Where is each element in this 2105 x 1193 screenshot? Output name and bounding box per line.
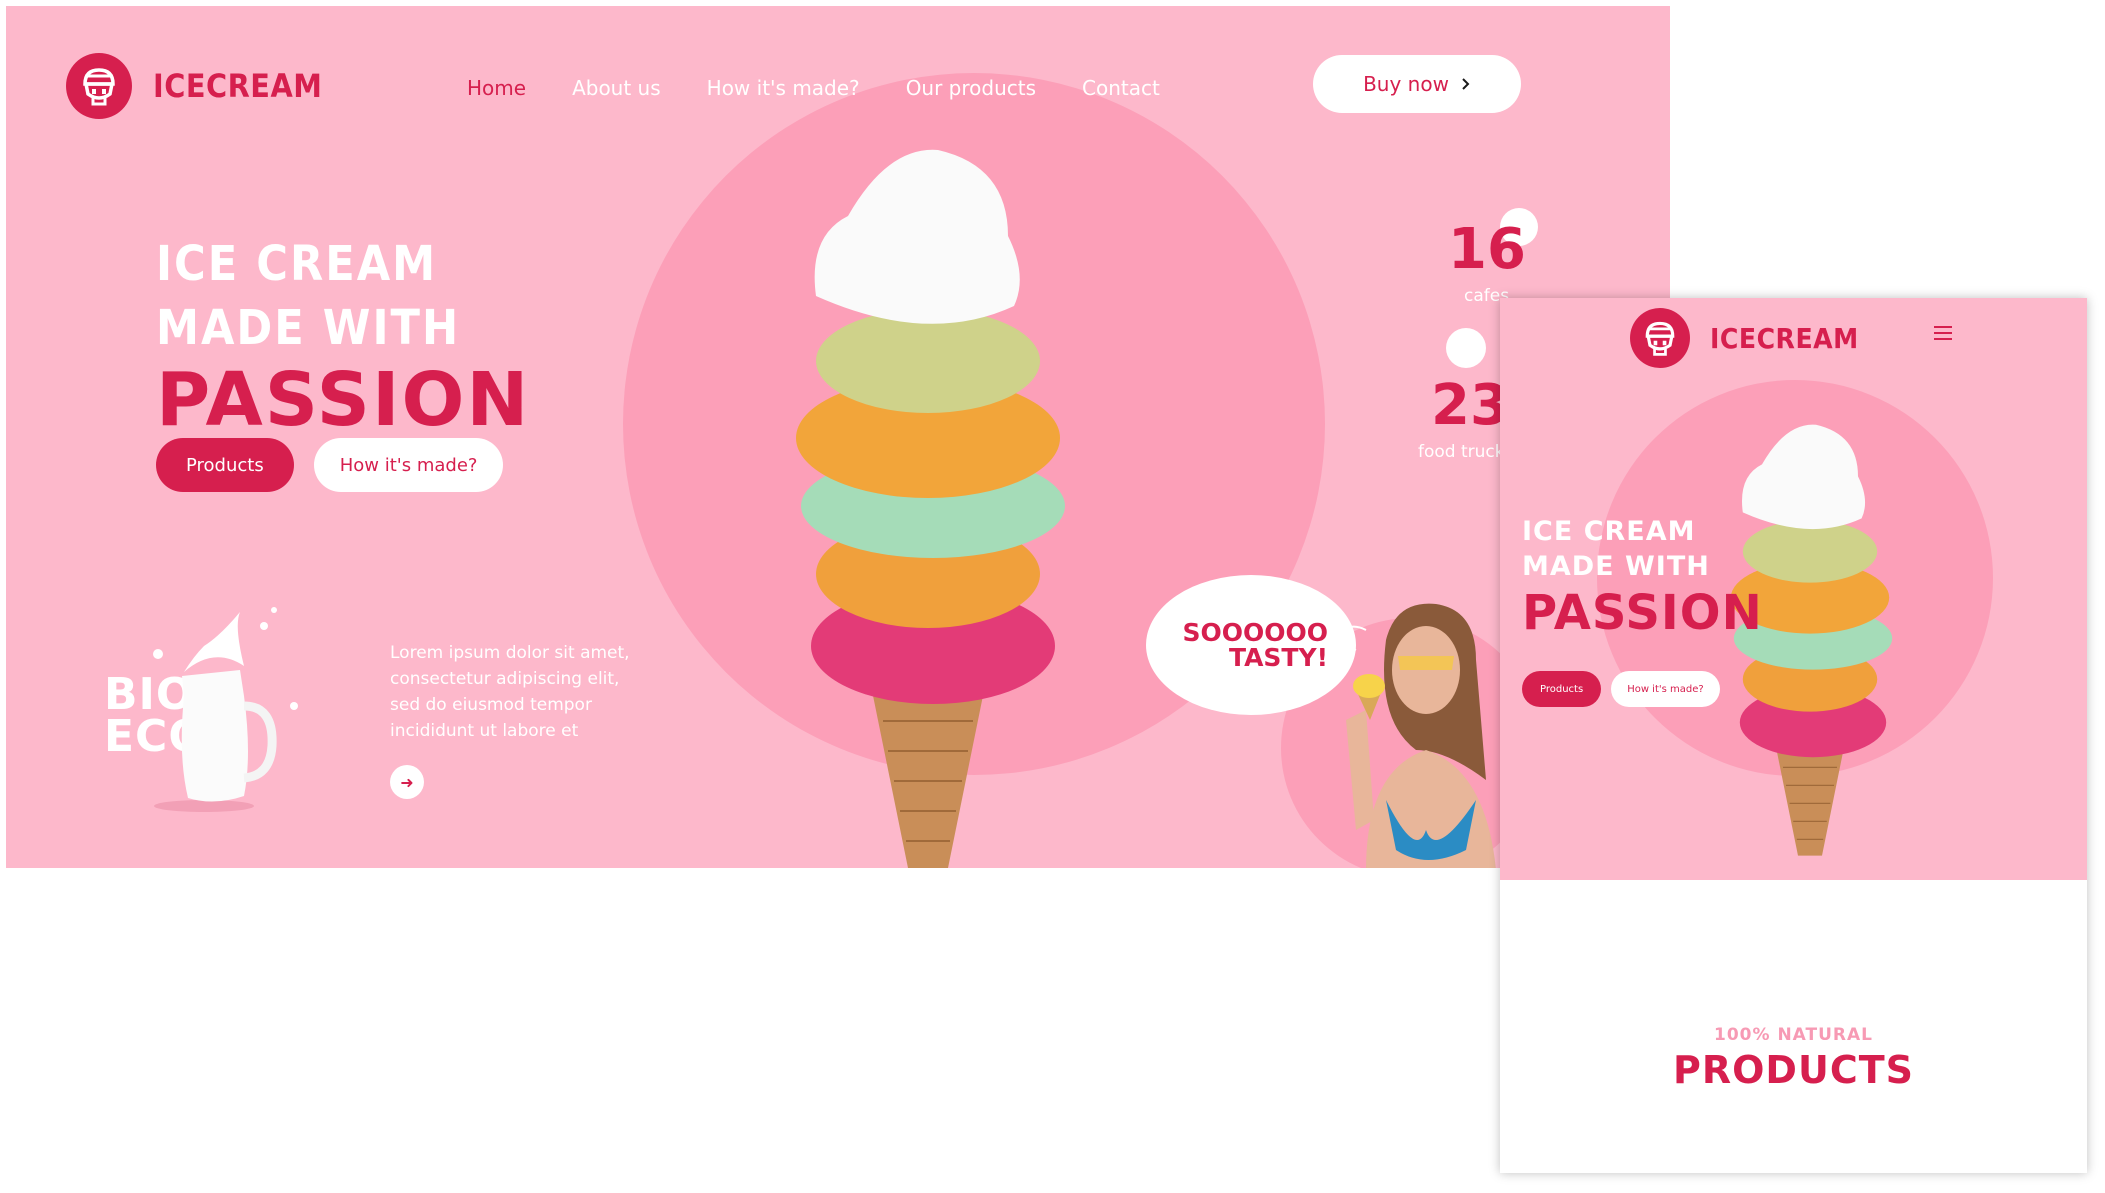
arrow-right-icon: ➜ <box>400 772 414 792</box>
logo[interactable]: ICECREAM <box>66 53 322 119</box>
stat-food-truck-value: 23 <box>1431 373 1509 438</box>
hero-title-line-1: ICE CREAM <box>156 236 438 292</box>
ice-cream-mascot-icon <box>1630 308 1690 368</box>
nav-item-our-products[interactable]: Our products <box>906 76 1036 100</box>
nav-item-contact[interactable]: Contact <box>1082 76 1160 100</box>
hero-title-line-2: MADE WITH <box>156 300 461 356</box>
mobile-products-button[interactable]: Products <box>1522 671 1602 707</box>
hero-buttons: Products How it's made? <box>156 438 504 492</box>
hero-title: ICE CREAM MADE WITH PASSION <box>156 232 530 440</box>
mobile-hero-title-line-2: MADE WITH <box>1522 551 1710 582</box>
mobile-hero-title-accent: PASSION <box>1522 585 1763 641</box>
read-more-button[interactable]: ➜ <box>390 765 424 799</box>
main-nav: Home About us How it's made? Our product… <box>467 76 1206 100</box>
decor-dot <box>1446 328 1486 368</box>
tasty-speech-bubble: SOOOOOO TASTY! <box>1146 575 1356 715</box>
products-eyebrow: 100% NATURAL <box>1714 1025 1873 1045</box>
mobile-logo-text: ICECREAM <box>1710 321 1859 355</box>
milk-jug-image <box>153 607 298 812</box>
how-its-made-button[interactable]: How it's made? <box>313 438 504 492</box>
stat-food-truck-label: food truck <box>1418 442 1505 462</box>
hamburger-menu-icon[interactable] <box>1934 326 1952 344</box>
mobile-how-its-made-button[interactable]: How it's made? <box>1611 671 1720 707</box>
desktop-page: ICECREAM Home About us How it's made? Ou… <box>6 6 1670 868</box>
buy-now-button[interactable]: Buy now <box>1313 55 1521 113</box>
mobile-page: ICECREAM ICE CREAM MADE WITH PASSION Pro… <box>1500 298 2087 1173</box>
logo-text: ICECREAM <box>153 67 323 105</box>
ice-cream-mascot-icon <box>66 53 132 119</box>
nav-item-home[interactable]: Home <box>467 76 526 100</box>
products-section-title: PRODUCTS <box>1673 1048 1914 1092</box>
bubble-line-2: TASTY! <box>1228 643 1328 672</box>
buy-now-label: Buy now <box>1363 72 1449 96</box>
products-button[interactable]: Products <box>156 438 294 492</box>
mobile-hero-buttons: Products How it's made? <box>1522 671 1720 707</box>
bubble-line-1: SOOOOOO <box>1182 618 1328 647</box>
nav-item-how-its-made[interactable]: How it's made? <box>707 76 860 100</box>
nav-item-about-us[interactable]: About us <box>572 76 661 100</box>
ice-cream-cone-image <box>796 149 1065 868</box>
hero-title-accent: PASSION <box>156 357 531 443</box>
girl-eating-ice-cream-image <box>1326 603 1496 868</box>
mobile-logo[interactable]: ICECREAM <box>1630 308 1859 368</box>
hero-description: Lorem ipsum dolor sit amet, consectetur … <box>390 643 630 741</box>
stat-cafes-value: 16 <box>1448 217 1526 282</box>
mobile-hero: ICECREAM ICE CREAM MADE WITH PASSION Pro… <box>1500 298 2087 880</box>
mobile-hero-title: ICE CREAM MADE WITH PASSION <box>1522 514 1763 642</box>
mobile-hero-title-line-1: ICE CREAM <box>1522 516 1696 547</box>
chevron-right-icon <box>1462 78 1470 90</box>
